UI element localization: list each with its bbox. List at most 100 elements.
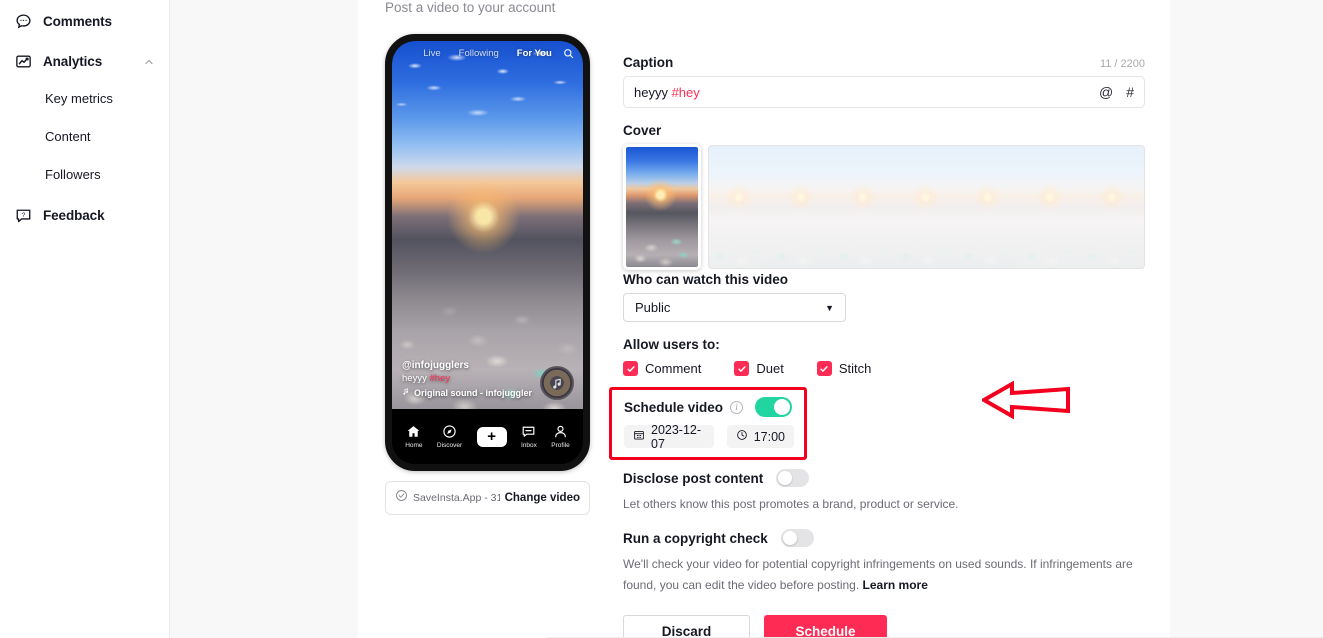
clock-icon bbox=[736, 429, 748, 444]
checkbox-stitch[interactable]: Stitch bbox=[816, 361, 872, 376]
sidebar-label-analytics: Analytics bbox=[43, 53, 103, 69]
sidebar-item-content[interactable]: Content bbox=[0, 123, 169, 150]
plus-icon[interactable]: + bbox=[473, 426, 510, 447]
privacy-select[interactable]: Public ▼ bbox=[623, 293, 846, 322]
caption-toolbar: @ # bbox=[1099, 84, 1134, 100]
preview-tab-following: Following bbox=[458, 48, 499, 59]
sidebar-label-followers: Followers bbox=[45, 167, 101, 182]
video-sky-texture bbox=[392, 41, 583, 179]
cover-frame[interactable] bbox=[1081, 146, 1144, 268]
preview-column: Live Following For You @infojugglers hey… bbox=[385, 34, 597, 638]
preview-caption-hashtag: #hey bbox=[429, 373, 451, 384]
cover-frame[interactable] bbox=[709, 146, 772, 268]
discard-button[interactable]: Discard bbox=[623, 615, 750, 638]
sidebar-label-feedback: Feedback bbox=[43, 207, 105, 223]
cover-frame[interactable] bbox=[957, 146, 1020, 268]
main-area: Post a video to your account Live Follow… bbox=[170, 0, 1323, 638]
copyright-row: Run a copyright check bbox=[623, 529, 1145, 547]
checkbox-duet[interactable]: Duet bbox=[734, 361, 784, 376]
schedule-row: Schedule video i bbox=[624, 397, 794, 417]
preview-nav-home[interactable]: Home bbox=[405, 424, 423, 449]
analytics-icon bbox=[14, 52, 32, 70]
privacy-section: Who can watch this video Public ▼ bbox=[623, 272, 1145, 322]
change-video-button[interactable]: Change video bbox=[505, 492, 580, 504]
schedule-button[interactable]: Schedule bbox=[764, 615, 887, 638]
check-icon bbox=[816, 361, 832, 376]
checkbox-comment[interactable]: Comment bbox=[623, 361, 701, 376]
sidebar: Comments Analytics Key metrics Content F… bbox=[0, 0, 170, 638]
chevron-down-icon: ▼ bbox=[825, 302, 834, 313]
sidebar-item-followers[interactable]: Followers bbox=[0, 161, 169, 188]
schedule-time-value: 17:00 bbox=[753, 429, 785, 444]
action-buttons: Discard Schedule bbox=[623, 615, 1145, 638]
preview-nav-profile[interactable]: Profile bbox=[551, 424, 570, 449]
sidebar-item-feedback[interactable]: ? Feedback bbox=[0, 201, 169, 229]
caption-text: heyyy #hey bbox=[634, 85, 1099, 100]
schedule-chips: 2023-12-07 17:00 bbox=[624, 422, 794, 451]
video-file-name: SaveInsta.App - 3195… bbox=[413, 492, 500, 504]
sidebar-label-content: Content bbox=[45, 129, 91, 144]
music-note-icon bbox=[402, 387, 410, 398]
preview-nav-inbox[interactable]: Inbox bbox=[521, 424, 537, 449]
preview-nav-discover[interactable]: Discover bbox=[437, 424, 462, 449]
cover-filmstrip[interactable] bbox=[708, 145, 1145, 269]
sidebar-item-key-metrics[interactable]: Key metrics bbox=[0, 85, 169, 112]
copyright-label: Run a copyright check bbox=[623, 530, 768, 546]
disclose-section: Disclose post content Let others know th… bbox=[623, 469, 1145, 515]
schedule-toggle[interactable] bbox=[755, 397, 793, 417]
page-title: Post a video to your account bbox=[385, 0, 556, 15]
info-icon[interactable]: i bbox=[730, 400, 744, 414]
disclose-label: Disclose post content bbox=[623, 470, 764, 486]
learn-more-link[interactable]: Learn more bbox=[863, 578, 928, 592]
comment-icon bbox=[14, 12, 32, 30]
preview-username: @infojugglers bbox=[402, 360, 469, 371]
record-disc-icon bbox=[540, 366, 574, 400]
hashtag-icon[interactable]: # bbox=[1126, 84, 1134, 100]
cover-thumbnail[interactable] bbox=[623, 144, 701, 270]
cover-frame[interactable] bbox=[833, 146, 896, 268]
cover-picker bbox=[623, 144, 1145, 272]
phone-preview: Live Following For You @infojugglers hey… bbox=[385, 34, 590, 471]
cover-frame[interactable] bbox=[895, 146, 958, 268]
cover-label: Cover bbox=[623, 123, 662, 138]
preview-nav-home-label: Home bbox=[405, 442, 423, 449]
allow-label: Allow users to: bbox=[623, 337, 720, 352]
caption-input[interactable]: heyyy #hey @ # bbox=[623, 76, 1145, 108]
form-column: Caption 11 / 2200 heyyy #hey @ # Cover W… bbox=[609, 34, 1145, 638]
caption-value-hashtag: #hey bbox=[671, 84, 700, 100]
caption-label: Caption bbox=[623, 55, 674, 70]
copyright-section: Run a copyright check We'll check your v… bbox=[623, 529, 1145, 596]
preview-bottom-nav: Home Discover + Inbox Profile bbox=[392, 409, 583, 464]
schedule-date-chip[interactable]: 2023-12-07 bbox=[624, 422, 714, 451]
privacy-label: Who can watch this video bbox=[623, 272, 789, 287]
phone-screen: Live Following For You @infojugglers hey… bbox=[392, 41, 583, 464]
feedback-icon: ? bbox=[14, 206, 32, 224]
preview-nav-discover-label: Discover bbox=[436, 442, 463, 449]
svg-text:?: ? bbox=[21, 212, 25, 219]
checkbox-stitch-label: Stitch bbox=[838, 361, 872, 376]
copyright-toggle[interactable] bbox=[780, 529, 814, 547]
preview-tab-live: Live bbox=[423, 48, 441, 59]
preview-nav-profile-label: Profile bbox=[551, 442, 570, 449]
sidebar-item-analytics[interactable]: Analytics bbox=[0, 47, 169, 75]
video-file-row: SaveInsta.App - 3195… Change video bbox=[385, 481, 590, 515]
cover-frame[interactable] bbox=[1019, 146, 1082, 268]
preview-nav-create[interactable]: + bbox=[473, 426, 510, 447]
schedule-label: Schedule video bbox=[624, 399, 724, 415]
schedule-time-chip[interactable]: 17:00 bbox=[726, 425, 794, 448]
search-icon bbox=[563, 48, 574, 62]
preview-caption-text: heyyy bbox=[402, 373, 430, 384]
schedule-date-value: 2023-12-07 bbox=[651, 422, 702, 451]
cover-frame[interactable] bbox=[771, 146, 834, 268]
app-root: Comments Analytics Key metrics Content F… bbox=[0, 0, 1323, 638]
chevron-up-icon[interactable] bbox=[143, 55, 155, 67]
sidebar-item-comments[interactable]: Comments bbox=[0, 7, 169, 35]
preview-caption: heyyy #hey bbox=[402, 373, 552, 384]
preview-sound-label: Original sound - infojuggler bbox=[414, 387, 532, 398]
cover-section: Cover bbox=[623, 123, 1145, 272]
checkbox-comment-label: Comment bbox=[645, 361, 702, 376]
preview-tab-for-you: For You bbox=[516, 48, 552, 59]
at-sign-icon[interactable]: @ bbox=[1099, 84, 1113, 100]
check-icon bbox=[734, 361, 750, 376]
disclose-toggle[interactable] bbox=[776, 469, 810, 487]
